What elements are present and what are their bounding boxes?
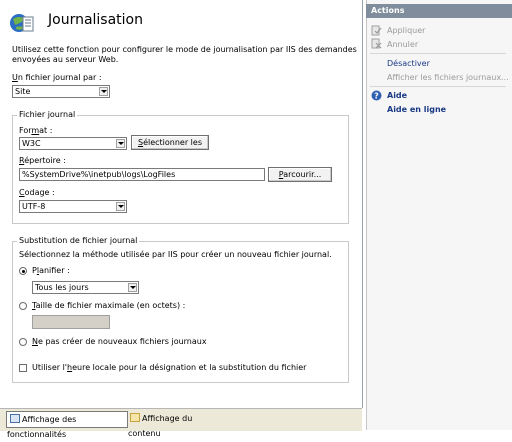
directory-input[interactable]: %SystemDrive%\inetpub\logs\LogFiles	[19, 168, 265, 181]
chevron-down-icon[interactable]	[116, 202, 125, 211]
actions-divider	[370, 86, 506, 87]
page-description: Utilisez cette fonction pour configurer …	[12, 45, 357, 64]
directory-value: %SystemDrive%\inetpub\logs\LogFiles	[22, 170, 176, 179]
no-new-files-label[interactable]: Ne pas créer de nouveaux fichiers journa…	[32, 337, 207, 347]
content-view-icon	[130, 413, 140, 422]
rollover-legend: Substitution de fichier journal	[17, 236, 140, 246]
encoding-select[interactable]: UTF-8	[19, 200, 127, 213]
schedule-select[interactable]: Tous les jours	[32, 281, 139, 294]
cancel-icon	[371, 38, 382, 49]
chevron-down-icon[interactable]	[128, 283, 137, 292]
log-per-select[interactable]: Site	[12, 85, 110, 98]
log-per-label: Un fichier journal par :	[12, 73, 102, 82]
schedule-label[interactable]: Planifier :	[32, 266, 70, 276]
schedule-radio[interactable]	[19, 267, 27, 275]
format-label: Format :	[19, 126, 53, 135]
apply-action[interactable]: Appliquer	[387, 26, 425, 36]
actions-divider	[370, 53, 506, 54]
select-fields-button[interactable]: Sélectionner les	[131, 135, 209, 150]
log-file-legend: Fichier journal	[17, 110, 78, 120]
svg-text:?: ?	[374, 92, 379, 101]
chevron-down-icon[interactable]	[116, 139, 125, 148]
max-size-label[interactable]: Taille de fichier maximale (en octets) :	[32, 301, 185, 311]
view-log-files-action[interactable]: Afficher les fichiers journaux...	[387, 73, 509, 83]
rollover-description: Sélectionnez la méthode utilisée par IIS…	[19, 250, 332, 259]
actions-header: Actions	[366, 4, 512, 18]
apply-icon	[371, 25, 382, 36]
max-size-input[interactable]	[32, 315, 110, 329]
local-time-checkbox[interactable]	[19, 364, 27, 372]
chevron-down-icon[interactable]	[99, 87, 108, 96]
format-value: W3C	[22, 139, 41, 148]
encoding-value: UTF-8	[22, 202, 46, 211]
help-action[interactable]: Aide	[387, 91, 407, 101]
logging-icon	[7, 9, 35, 37]
directory-label: Répertoire :	[19, 156, 66, 165]
cancel-action[interactable]: Annuler	[387, 40, 418, 50]
local-time-label[interactable]: Utiliser l'heure locale pour la désignat…	[32, 363, 306, 373]
no-new-files-radio[interactable]	[19, 338, 27, 346]
log-per-value: Site	[15, 87, 31, 96]
format-select[interactable]: W3C	[19, 137, 127, 150]
help-icon: ?	[371, 90, 382, 101]
tab-content-view[interactable]: Affichage du contenu	[128, 411, 224, 438]
schedule-value: Tous les jours	[35, 283, 89, 292]
log-per-label-rest: n fichier journal par :	[17, 73, 102, 82]
rollover-group	[12, 241, 349, 383]
tab-features-view[interactable]: Affichage des fonctionnalités	[6, 411, 128, 439]
page-title: Journalisation	[48, 12, 143, 28]
online-help-action[interactable]: Aide en ligne	[387, 105, 446, 115]
encoding-label: Codage :	[19, 188, 55, 197]
max-size-radio[interactable]	[19, 302, 27, 310]
features-view-icon	[10, 414, 20, 423]
disable-action[interactable]: Désactiver	[387, 59, 430, 69]
browse-button[interactable]: Parcourir...	[268, 167, 332, 182]
